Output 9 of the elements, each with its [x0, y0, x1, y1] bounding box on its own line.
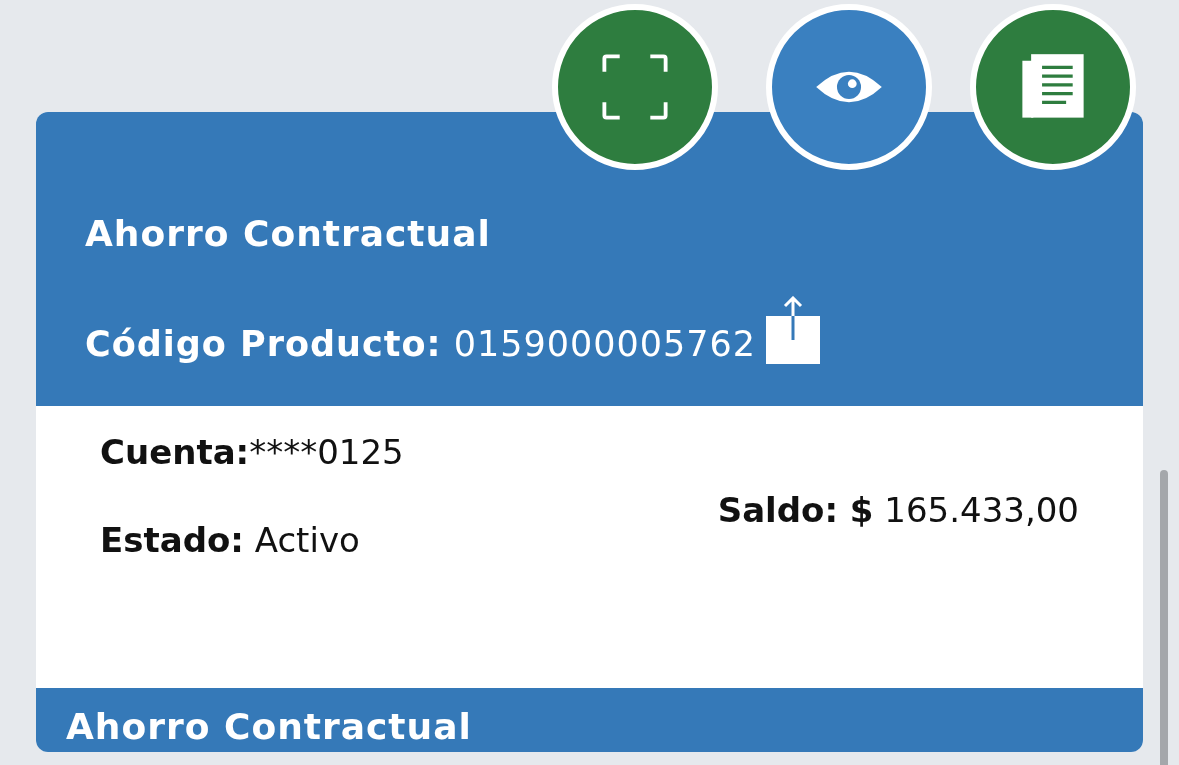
- account-balance: Saldo: $ 165.433,00: [717, 490, 1079, 532]
- scan-icon: [600, 52, 670, 122]
- product-code: Código Producto: 0159000005762: [85, 323, 757, 366]
- account-status: Estado: Activo: [100, 520, 361, 560]
- product-title: Ahorro Contractual: [66, 705, 472, 749]
- share-icon[interactable]: [766, 296, 821, 364]
- scrollbar[interactable]: [1160, 470, 1168, 765]
- account-number: Cuenta:****0125: [100, 432, 404, 472]
- product-title: Ahorro Contractual: [85, 212, 492, 256]
